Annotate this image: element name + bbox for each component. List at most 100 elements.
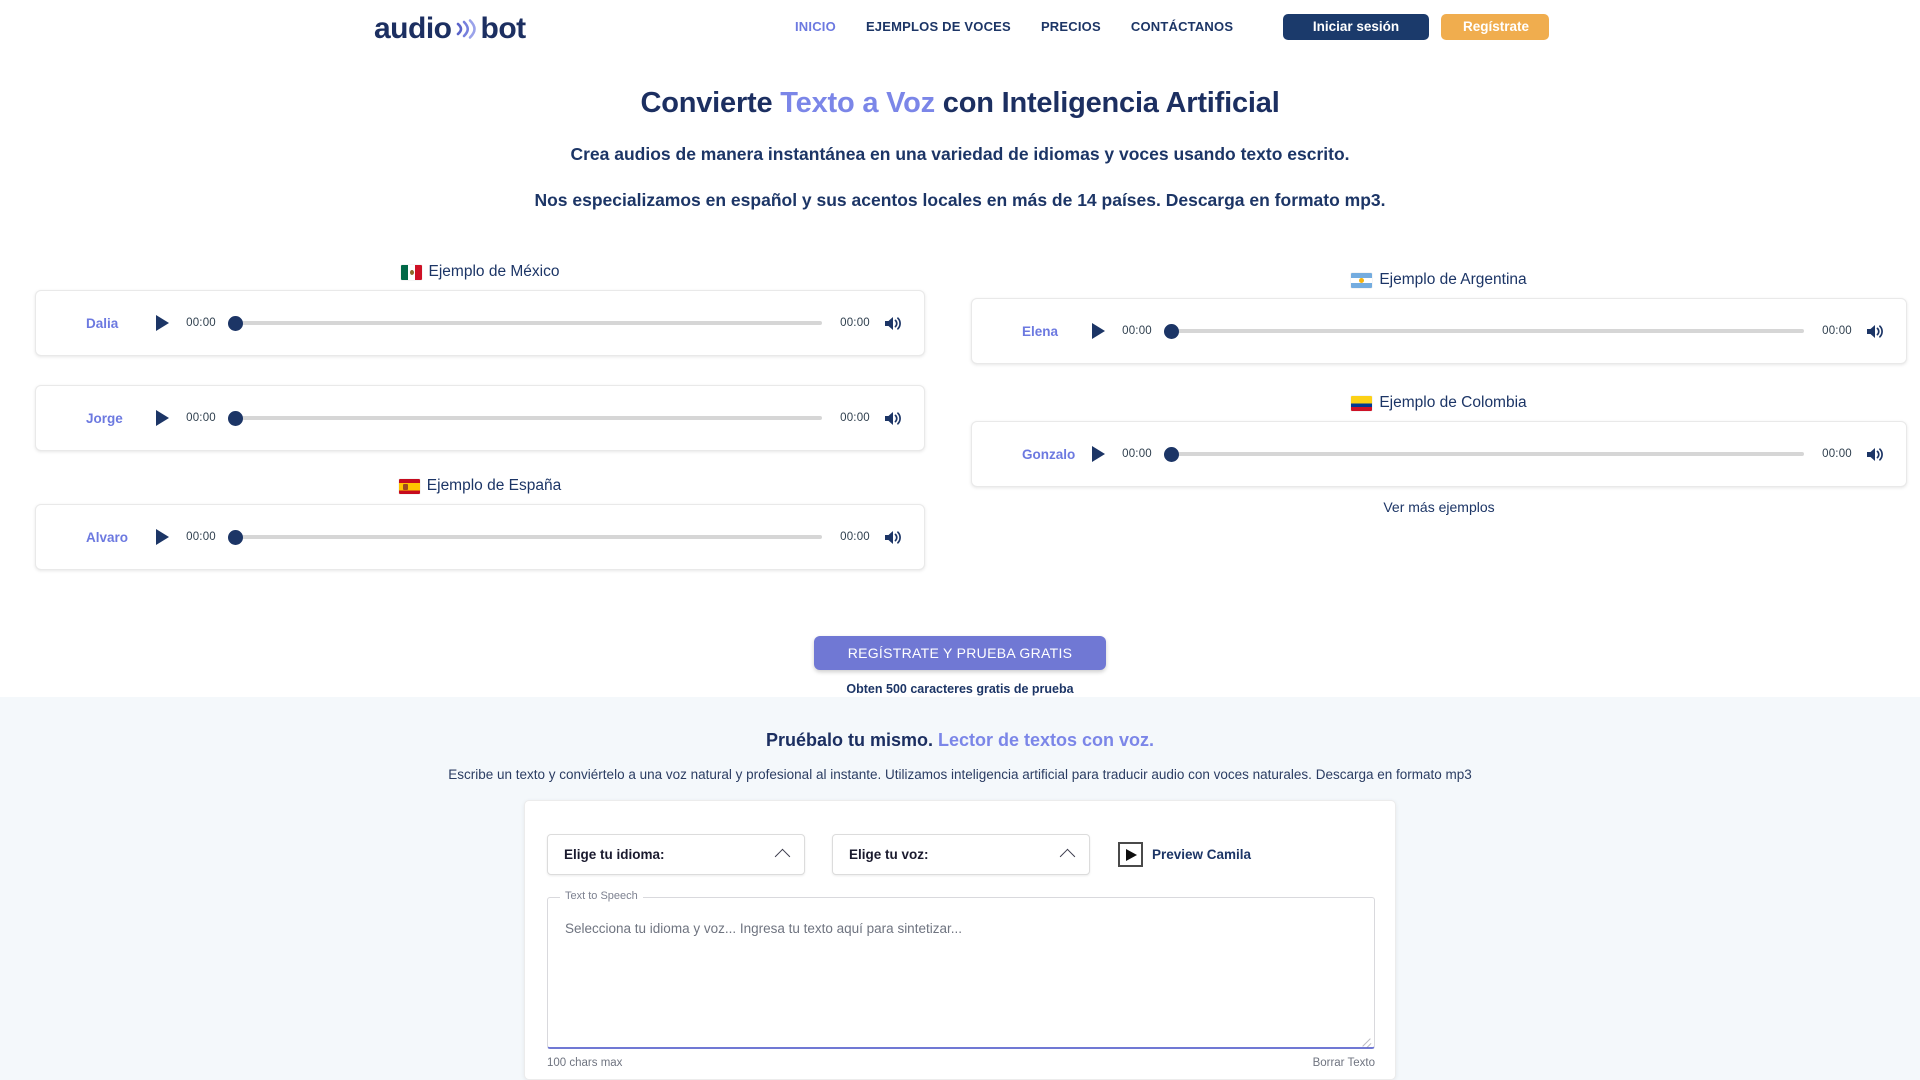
progress-slider[interactable] xyxy=(228,529,822,545)
try-section-title: Pruébalo tu mismo. Lector de textos con … xyxy=(0,730,1920,751)
spain-flag-icon xyxy=(398,478,420,494)
current-time: 00:00 xyxy=(1122,325,1152,337)
progress-slider[interactable] xyxy=(1164,446,1804,462)
nav-item-contactanos[interactable]: CONTÁCTANOS xyxy=(1131,19,1233,34)
slider-thumb[interactable] xyxy=(1164,446,1179,462)
voice-name: Gonzalo xyxy=(1022,446,1076,462)
current-time: 00:00 xyxy=(1122,448,1152,460)
logo-text-bot: bot xyxy=(480,12,527,45)
slider-thumb[interactable] xyxy=(228,529,243,545)
volume-icon xyxy=(884,530,901,544)
play-button[interactable] xyxy=(146,410,178,426)
play-icon xyxy=(155,410,169,426)
voice-name: Alvaro xyxy=(86,529,129,545)
tts-controls-row: Elige tu idioma: Elige tu voz: Preview C… xyxy=(547,834,1251,875)
total-time: 00:00 xyxy=(1822,325,1852,337)
language-select[interactable]: Elige tu idioma: xyxy=(547,834,805,875)
slider-rail xyxy=(228,321,822,325)
cta-section: REGÍSTRATE Y PRUEBA GRATIS Obten 500 car… xyxy=(0,636,1920,696)
voice-name: Dalia xyxy=(86,315,119,331)
nav-item-precios[interactable]: PRECIOS xyxy=(1041,19,1101,34)
chevron-up-icon xyxy=(774,848,791,865)
try-section-description: Escribe un texto y conviértelo a una voz… xyxy=(448,767,1472,782)
tts-form-card: Elige tu idioma: Elige tu voz: Preview C… xyxy=(524,800,1396,1080)
textarea-fieldset xyxy=(547,897,1375,1049)
example-title-text: Ejemplo de México xyxy=(428,263,560,280)
see-more-examples-link[interactable]: Ver más ejemplos xyxy=(971,499,1907,515)
try-title-part1: Pruébalo tu mismo. xyxy=(765,730,938,750)
voice-name: Jorge xyxy=(86,410,123,426)
total-time: 00:00 xyxy=(840,317,870,329)
login-button[interactable]: Iniciar sesión xyxy=(1283,14,1429,40)
example-title-text: Ejemplo de Argentina xyxy=(1379,271,1527,288)
play-button[interactable] xyxy=(1082,446,1114,462)
try-it-section: Pruébalo tu mismo. Lector de textos con … xyxy=(0,697,1920,1080)
total-time: 00:00 xyxy=(840,531,870,543)
preview-voice-control: Preview Camila xyxy=(1118,842,1251,867)
example-title-text: Ejemplo de España xyxy=(426,477,562,494)
voice-select[interactable]: Elige tu voz: xyxy=(832,834,1090,875)
logo-text-audio: audio xyxy=(374,12,452,45)
textarea-resize-handle[interactable] xyxy=(1362,1036,1372,1046)
progress-slider[interactable] xyxy=(228,410,822,426)
chars-max-label: 100 chars max xyxy=(547,1057,623,1069)
voice-select-label: Elige tu voz: xyxy=(849,847,929,862)
voice-name: Elena xyxy=(1022,323,1059,339)
volume-icon xyxy=(1866,447,1883,461)
slider-rail xyxy=(228,416,822,420)
progress-slider[interactable] xyxy=(228,315,822,331)
volume-icon xyxy=(884,316,901,330)
main-nav: INICIO EJEMPLOS DE VOCES PRECIOS CONTÁCT… xyxy=(795,19,1233,34)
volume-button[interactable] xyxy=(1860,446,1890,463)
nav-item-inicio[interactable]: INICIO xyxy=(795,19,836,34)
slider-thumb[interactable] xyxy=(228,410,243,426)
signup-button[interactable]: Regístrate xyxy=(1441,14,1549,40)
current-time: 00:00 xyxy=(186,412,216,424)
register-free-trial-button[interactable]: REGÍSTRATE Y PRUEBA GRATIS xyxy=(813,636,1107,670)
mexico-flag-icon xyxy=(400,264,422,280)
logo[interactable]: audio bot xyxy=(374,12,526,46)
examples-column-left: Ejemplo de México Dalia 00:00 00:00 Jorg… xyxy=(35,262,925,599)
volume-button[interactable] xyxy=(878,315,908,332)
slider-rail xyxy=(228,535,822,539)
volume-button[interactable] xyxy=(1860,323,1890,340)
colombia-flag-icon xyxy=(1351,395,1373,411)
play-icon xyxy=(1091,446,1105,462)
play-icon xyxy=(155,529,169,545)
audio-player-elena[interactable]: Elena 00:00 00:00 xyxy=(971,298,1907,364)
example-group-title-mexico: Ejemplo de México xyxy=(35,262,925,282)
clear-text-button[interactable]: Borrar Texto xyxy=(1313,1057,1375,1069)
slider-thumb[interactable] xyxy=(228,315,243,331)
sound-wave-icon xyxy=(454,17,480,41)
progress-slider[interactable] xyxy=(1164,323,1804,339)
site-header: audio bot INICIO EJEMPLOS DE VOCES PRECI… xyxy=(0,0,1920,62)
hero-section: Convierte Texto a Voz con Inteligencia A… xyxy=(0,86,1920,211)
audio-player-dalia[interactable]: Dalia 00:00 00:00 xyxy=(35,290,925,356)
preview-play-button[interactable] xyxy=(1118,842,1143,867)
volume-button[interactable] xyxy=(878,410,908,427)
play-button[interactable] xyxy=(1082,323,1114,339)
argentina-flag-icon xyxy=(1351,272,1373,288)
play-button[interactable] xyxy=(146,315,178,331)
volume-button[interactable] xyxy=(878,529,908,546)
audio-player-gonzalo[interactable]: Gonzalo 00:00 00:00 xyxy=(971,421,1907,487)
play-button[interactable] xyxy=(146,529,178,545)
page-title: Convierte Texto a Voz con Inteligencia A… xyxy=(0,86,1920,121)
preview-voice-label[interactable]: Preview Camila xyxy=(1152,847,1251,862)
play-icon xyxy=(155,315,169,331)
try-title-accent: Lector de textos con voz. xyxy=(937,730,1155,750)
auth-buttons: Iniciar sesión Regístrate xyxy=(1283,14,1549,40)
slider-thumb[interactable] xyxy=(1164,323,1179,339)
example-group-title-espana: Ejemplo de España xyxy=(35,476,925,496)
chevron-up-icon xyxy=(1059,848,1076,865)
examples-column-right: Ejemplo de Argentina Elena 00:00 00:00 E… xyxy=(971,270,1907,515)
audio-player-alvaro[interactable]: Alvaro 00:00 00:00 xyxy=(35,504,925,570)
textarea-helper-row: 100 chars max Borrar Texto xyxy=(547,1057,1375,1069)
current-time: 00:00 xyxy=(186,531,216,543)
nav-item-ejemplos-de-voces[interactable]: EJEMPLOS DE VOCES xyxy=(866,19,1011,34)
current-time: 00:00 xyxy=(186,317,216,329)
hero-subtitle-2: Nos especializamos en español y sus acen… xyxy=(534,189,1386,210)
volume-icon xyxy=(884,411,901,425)
tts-textarea-wrapper[interactable]: Text to Speech Selecciona tu idioma y vo… xyxy=(547,890,1375,1049)
audio-player-jorge[interactable]: Jorge 00:00 00:00 xyxy=(35,385,925,451)
